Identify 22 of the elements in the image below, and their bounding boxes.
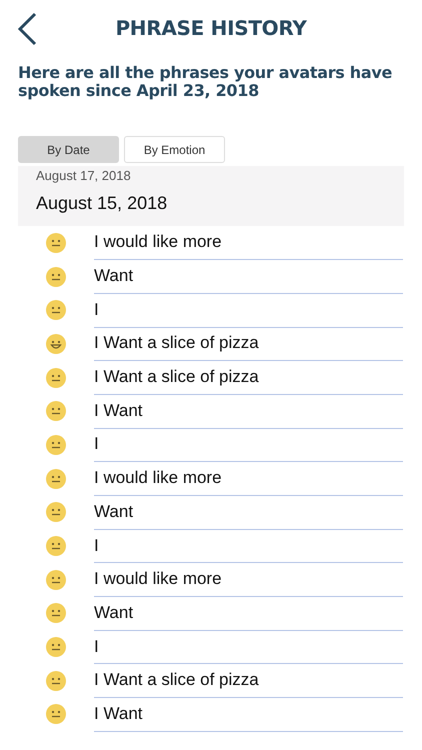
phrase-text: Want bbox=[94, 602, 134, 623]
date-heading: August 17, 2018 bbox=[36, 167, 132, 183]
filter-tab[interactable]: By Emotion bbox=[124, 136, 225, 163]
date-heading: August 15, 2018 bbox=[36, 192, 168, 215]
phrase-text: Want bbox=[94, 266, 134, 286]
phrase-text: Want bbox=[94, 502, 134, 522]
phrase-text: I Want bbox=[94, 400, 142, 421]
phrase-text: I would like more bbox=[94, 569, 222, 590]
phrase-text: I Want a slice of pizza bbox=[94, 367, 259, 388]
phrase-text: I Want bbox=[94, 704, 142, 724]
phrase-text: I would like more bbox=[94, 232, 222, 252]
phrase-text: I bbox=[94, 636, 99, 657]
intro-text: Here are all the phrases your avatars have spoken since April 23, 2018 bbox=[18, 64, 394, 100]
phrase-text: I Want a slice of pizza bbox=[94, 333, 259, 354]
filter-tab[interactable]: By Date bbox=[18, 136, 119, 163]
phrase-text: I Want a slice of pizza bbox=[94, 670, 259, 690]
phrase-text: I bbox=[94, 434, 99, 454]
screen-title: PHRASE HISTORY bbox=[115, 16, 307, 40]
back-chevron-icon bbox=[17, 12, 37, 46]
phrase-text: I bbox=[94, 536, 99, 556]
phrase-text: I would like more bbox=[94, 468, 222, 488]
phrase-text: I bbox=[94, 300, 99, 320]
